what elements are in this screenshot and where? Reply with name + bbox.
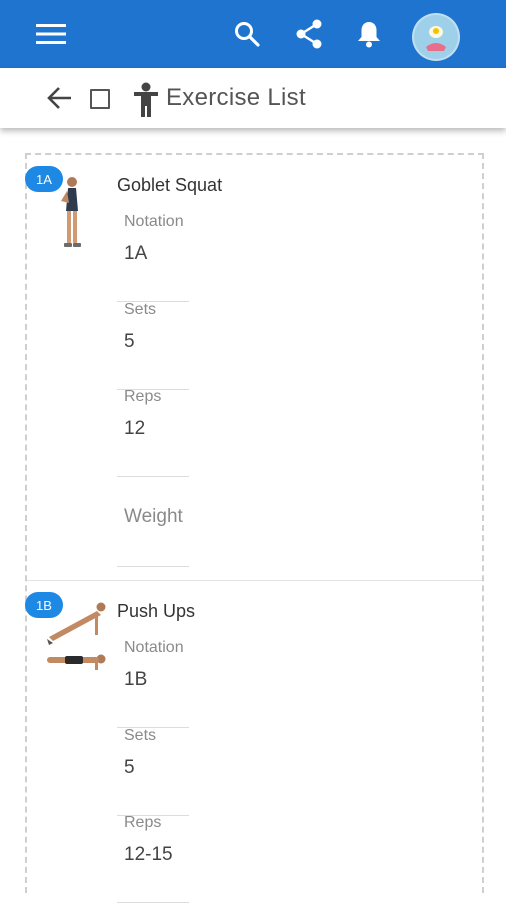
search-icon[interactable] [222, 0, 272, 68]
sets-label: Sets [124, 301, 157, 318]
sets-field[interactable]: Sets 5 [117, 727, 189, 816]
avatar[interactable] [412, 13, 460, 61]
reps-label: Reps [124, 388, 162, 405]
select-all-checkbox[interactable] [90, 89, 110, 109]
menu-icon[interactable] [24, 0, 78, 68]
exercise-list: 1A Goblet Squat Notation 1A Sets 5 Reps … [25, 153, 484, 903]
notation-value: 1B [124, 669, 148, 690]
exercise-thumbnail [39, 171, 111, 255]
person-icon [132, 82, 160, 118]
exercise-thumbnail [39, 599, 111, 683]
weight-field[interactable]: Weight [117, 478, 189, 567]
reps-field[interactable]: Reps 12 [117, 388, 189, 477]
notation-label: Notation [124, 213, 184, 230]
bell-icon[interactable] [344, 0, 394, 68]
sets-field[interactable]: Sets 5 [117, 301, 189, 390]
sub-toolbar: Exercise List [0, 68, 506, 128]
sets-value: 5 [124, 331, 135, 352]
reps-field[interactable]: Reps 12-15 [117, 814, 189, 903]
page-title: Exercise List [166, 84, 306, 111]
back-arrow-icon[interactable] [44, 82, 76, 114]
reps-label: Reps [124, 814, 162, 831]
app-bar [0, 0, 506, 68]
notation-field[interactable]: Notation 1B [117, 639, 189, 728]
exercise-name: Goblet Squat [117, 175, 223, 195]
exercise-name: Push Ups [117, 601, 196, 621]
weight-placeholder: Weight [124, 506, 183, 527]
reps-value: 12-15 [124, 844, 173, 865]
sets-label: Sets [124, 727, 157, 744]
notation-value: 1A [124, 243, 148, 264]
exercise-card[interactable]: 1B Push Ups Notation 1B Sets 5 Reps 12-1… [25, 580, 482, 903]
sets-value: 5 [124, 757, 135, 778]
reps-value: 12 [124, 418, 146, 439]
notation-label: Notation [124, 639, 184, 656]
share-icon[interactable] [284, 0, 334, 68]
exercise-card[interactable]: 1A Goblet Squat Notation 1A Sets 5 Reps … [25, 155, 482, 580]
notation-field[interactable]: Notation 1A [117, 213, 189, 302]
